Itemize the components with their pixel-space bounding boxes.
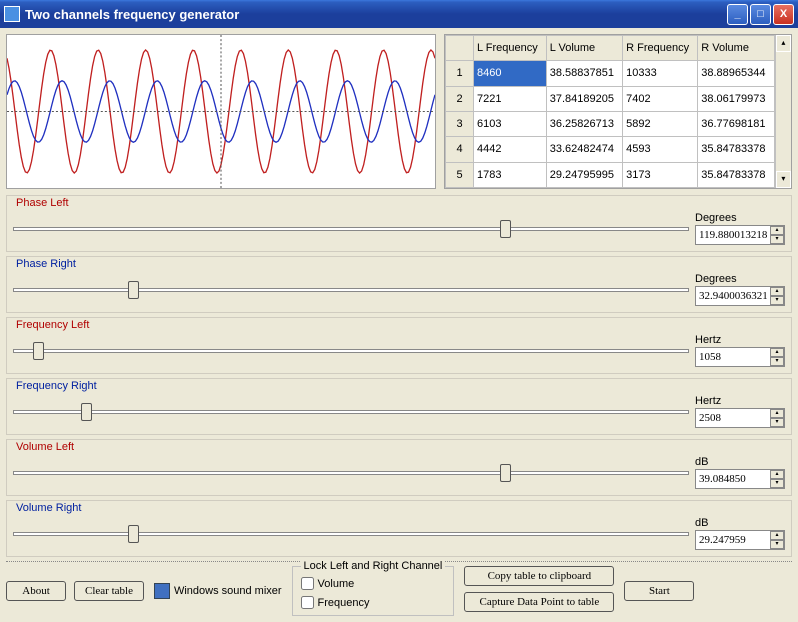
- group-phase-right: Phase Right Degrees ▴▾: [6, 256, 792, 313]
- scroll-down-icon[interactable]: ▾: [776, 171, 791, 188]
- freq-left-input[interactable]: [696, 348, 770, 366]
- mixer-label: Windows sound mixer: [174, 585, 282, 597]
- unit-label: Degrees: [695, 273, 785, 285]
- table-header[interactable]: L Volume: [546, 36, 622, 61]
- freq-left-slider[interactable]: [13, 342, 689, 360]
- spin-down-icon[interactable]: ▾: [770, 296, 784, 305]
- capture-data-button[interactable]: Capture Data Point to table: [464, 592, 614, 612]
- freq-right-input[interactable]: [696, 409, 770, 427]
- lock-frequency-label: Frequency: [318, 597, 370, 609]
- group-freq-right: Frequency Right Hertz ▴▾: [6, 378, 792, 435]
- group-legend: Phase Left: [13, 197, 72, 209]
- unit-label: dB: [695, 517, 785, 529]
- titlebar[interactable]: Two channels frequency generator _ □ X: [0, 0, 798, 28]
- spin-down-icon[interactable]: ▾: [770, 357, 784, 366]
- vol-right-slider[interactable]: [13, 525, 689, 543]
- phase-right-slider[interactable]: [13, 281, 689, 299]
- maximize-button[interactable]: □: [750, 4, 771, 25]
- unit-label: Hertz: [695, 334, 785, 346]
- app-icon: [4, 6, 20, 22]
- spin-up-icon[interactable]: ▴: [770, 470, 784, 479]
- phase-right-input[interactable]: [696, 287, 770, 305]
- table-header[interactable]: [446, 36, 474, 61]
- sound-mixer-link[interactable]: Windows sound mixer: [154, 566, 282, 616]
- group-vol-left: Volume Left dB ▴▾: [6, 439, 792, 496]
- spin-down-icon[interactable]: ▾: [770, 235, 784, 244]
- vol-left-input[interactable]: [696, 470, 770, 488]
- group-phase-left: Phase Left Degrees ▴▾: [6, 195, 792, 252]
- table-header[interactable]: R Volume: [698, 36, 774, 61]
- close-button[interactable]: X: [773, 4, 794, 25]
- scroll-up-icon[interactable]: ▴: [776, 35, 791, 52]
- data-table[interactable]: L FrequencyL VolumeR FrequencyR Volume18…: [444, 34, 792, 189]
- group-legend: Volume Left: [13, 441, 77, 453]
- spin-up-icon[interactable]: ▴: [770, 531, 784, 540]
- group-legend: Frequency Left: [13, 319, 92, 331]
- table-row[interactable]: 1846038.588378511033338.88965344: [446, 61, 775, 86]
- clear-table-button[interactable]: Clear table: [74, 581, 144, 601]
- table-header[interactable]: R Frequency: [623, 36, 698, 61]
- group-legend: Phase Right: [13, 258, 79, 270]
- table-row[interactable]: 3610336.25826713589236.77698181: [446, 111, 775, 136]
- unit-label: Hertz: [695, 395, 785, 407]
- table-row[interactable]: 4444233.62482474459335.84783378: [446, 137, 775, 162]
- table-header[interactable]: L Frequency: [474, 36, 547, 61]
- phase-left-input[interactable]: [696, 226, 770, 244]
- unit-label: Degrees: [695, 212, 785, 224]
- lock-channel-group: Lock Left and Right Channel Volume Frequ…: [292, 566, 455, 616]
- start-button[interactable]: Start: [624, 581, 694, 601]
- lock-volume-label: Volume: [318, 578, 355, 590]
- lock-frequency-checkbox[interactable]: [301, 596, 314, 609]
- lock-legend: Lock Left and Right Channel: [301, 560, 446, 572]
- lock-volume-checkbox[interactable]: [301, 577, 314, 590]
- freq-right-slider[interactable]: [13, 403, 689, 421]
- table-scrollbar[interactable]: ▴ ▾: [775, 35, 791, 188]
- copy-table-button[interactable]: Copy table to clipboard: [464, 566, 614, 586]
- unit-label: dB: [695, 456, 785, 468]
- waveform-display: [6, 34, 436, 189]
- spin-down-icon[interactable]: ▾: [770, 418, 784, 427]
- group-legend: Volume Right: [13, 502, 84, 514]
- table-row[interactable]: 2722137.84189205740238.06179973: [446, 86, 775, 111]
- minimize-button[interactable]: _: [727, 4, 748, 25]
- about-button[interactable]: About: [6, 581, 66, 601]
- spin-up-icon[interactable]: ▴: [770, 409, 784, 418]
- window-title: Two channels frequency generator: [25, 7, 239, 22]
- group-legend: Frequency Right: [13, 380, 100, 392]
- vol-right-input[interactable]: [696, 531, 770, 549]
- spin-up-icon[interactable]: ▴: [770, 226, 784, 235]
- spin-down-icon[interactable]: ▾: [770, 540, 784, 549]
- table-row[interactable]: 5178329.24795995317335.84783378: [446, 162, 775, 187]
- spin-up-icon[interactable]: ▴: [770, 348, 784, 357]
- group-freq-left: Frequency Left Hertz ▴▾: [6, 317, 792, 374]
- spin-up-icon[interactable]: ▴: [770, 287, 784, 296]
- phase-left-slider[interactable]: [13, 220, 689, 238]
- vol-left-slider[interactable]: [13, 464, 689, 482]
- spin-down-icon[interactable]: ▾: [770, 479, 784, 488]
- group-vol-right: Volume Right dB ▴▾: [6, 500, 792, 557]
